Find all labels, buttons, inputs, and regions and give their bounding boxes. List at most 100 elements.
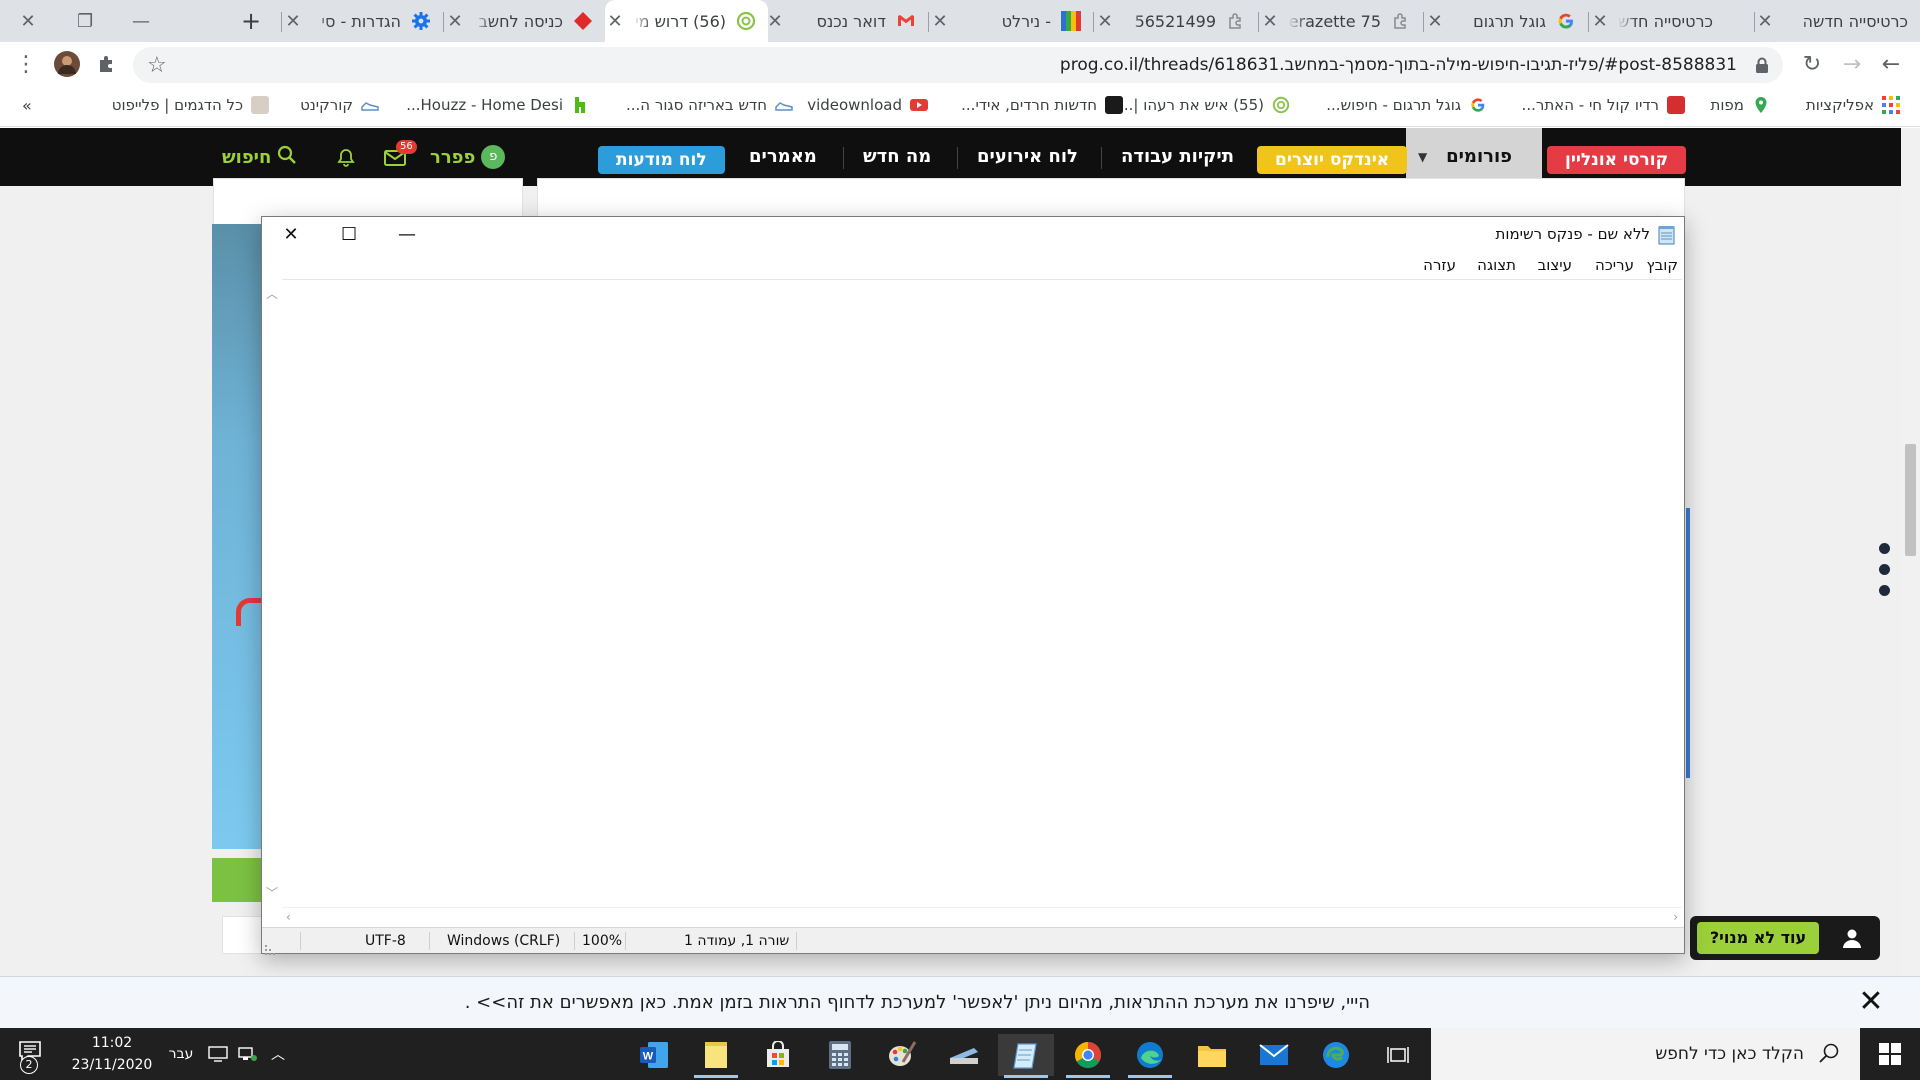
menu-format[interactable]: עיצוב <box>1538 251 1572 279</box>
notepad-icon[interactable] <box>998 1034 1054 1078</box>
mail-icon[interactable] <box>1246 1034 1302 1076</box>
store-icon[interactable] <box>750 1034 806 1076</box>
edge-icon[interactable] <box>1308 1034 1364 1076</box>
language-indicator[interactable]: עבר <box>164 1028 198 1080</box>
scroll-down-arrow-icon[interactable]: ﹀ <box>265 884 279 901</box>
close-icon[interactable]: ✕ <box>1260 11 1280 32</box>
nav-divider <box>957 147 958 169</box>
close-icon[interactable]: ✕ <box>765 11 785 32</box>
tab-settings[interactable]: הגדרות - סי ✕ <box>283 0 443 42</box>
bookmark-radio-kol-chai[interactable]: רדיו קול חי - האתר... <box>1522 87 1685 123</box>
notepad-minimize-button[interactable]: — <box>378 217 436 251</box>
calculator-icon[interactable] <box>812 1034 868 1076</box>
banner-message[interactable]: הייי, שיפרנו את מערכת ההתראות, מהיום נית… <box>465 977 1370 1029</box>
close-icon[interactable]: ✕ <box>930 11 950 32</box>
resize-grip-icon[interactable] <box>265 940 275 955</box>
address-bar[interactable]: prog.co.il/threads/618631.פליז-תגיבו-חיפ… <box>133 47 1783 83</box>
menu-view[interactable]: תצוגה <box>1477 251 1516 279</box>
profile-avatar[interactable] <box>53 50 81 78</box>
tray-overflow-chevron-icon[interactable]: ︿ <box>262 1028 294 1080</box>
notepad-horizontal-scrollbar[interactable]: ‹ › <box>282 907 1682 927</box>
tab-title: - נירלט <box>1001 11 1051 31</box>
nav-ads-board[interactable]: לוח מודעות <box>598 146 725 174</box>
tab-title: Cerazette 75 <box>1288 11 1381 31</box>
bookmark-apps[interactable]: אפליקציות <box>1806 87 1900 123</box>
scroll-up-arrow-icon[interactable]: ︿ <box>265 285 279 302</box>
new-tab-button[interactable]: + <box>238 7 264 35</box>
window-minimize-button[interactable]: — <box>113 0 169 42</box>
bookmark-videownload[interactable]: videownload <box>807 87 928 123</box>
tab-login[interactable]: כניסה לחשב ✕ <box>445 0 605 42</box>
back-arrow-icon[interactable]: ← <box>1877 50 1905 78</box>
tab-new-tab-1[interactable]: כרטיסייה חדשה ✕ <box>1755 0 1920 42</box>
bookmark-scooter[interactable]: קורקינט <box>300 87 379 123</box>
page-scrollbar-thumb[interactable] <box>1905 444 1916 556</box>
window-close-button[interactable]: ✕ <box>0 0 56 42</box>
user-menu[interactable]: פ פפרר <box>430 143 506 171</box>
close-icon[interactable]: ✕ <box>1858 987 1884 1017</box>
nav-online-courses[interactable]: קורסי אונליין <box>1547 146 1687 174</box>
page-scrollbar[interactable] <box>1901 128 1920 976</box>
tab-gmail[interactable]: דואר נכנס ✕ <box>765 0 928 42</box>
bookmark-maps[interactable]: מפות <box>1710 87 1770 123</box>
notepad-close-button[interactable]: ✕ <box>262 217 320 251</box>
display-icon[interactable] <box>206 1028 230 1080</box>
notepad-titlebar[interactable]: ללא שם - פנקס רשימות ✕ ☐ — <box>262 217 1684 251</box>
reload-icon[interactable]: ↻ <box>1798 50 1826 78</box>
tab-nirlat[interactable]: - נירלט ✕ <box>930 0 1093 42</box>
bookmark-star-icon[interactable]: ☆ <box>147 53 167 78</box>
edge-icon[interactable] <box>1122 1034 1178 1078</box>
task-view-icon[interactable] <box>1370 1034 1426 1076</box>
bookmark-houzz[interactable]: Houzz - Home Desi... <box>406 87 589 123</box>
paint-icon[interactable] <box>874 1034 930 1076</box>
not-subscribed-button[interactable]: עוד לא מנוי? <box>1690 916 1880 960</box>
extensions-puzzle-icon[interactable] <box>93 50 121 78</box>
close-icon[interactable]: ✕ <box>445 11 465 32</box>
menu-edit[interactable]: עריכה <box>1595 251 1634 279</box>
chrome-menu-icon[interactable]: ⋮ <box>12 50 40 78</box>
messages-envelope-icon[interactable]: 56 <box>384 140 417 166</box>
notepad-maximize-button[interactable]: ☐ <box>320 217 378 251</box>
bookmark-playfoot[interactable]: כל הדגמים | פלייפוט <box>112 87 269 123</box>
scroll-left-arrow-icon[interactable]: ‹ <box>286 910 291 924</box>
close-icon[interactable]: ✕ <box>1755 11 1775 32</box>
notifications-bell-icon[interactable] <box>336 148 356 168</box>
tab-google-translate[interactable]: גוגל תרגום ✕ <box>1425 0 1588 42</box>
forward-arrow-icon[interactable]: → <box>1838 50 1866 78</box>
tab-cerazette[interactable]: Cerazette 75 ✕ <box>1260 0 1423 42</box>
status-cursor-position: שורה 1, עמודה 1 <box>684 933 790 949</box>
close-icon[interactable]: ✕ <box>283 11 303 32</box>
taskbar-clock[interactable]: 11:02 23/11/2020 <box>62 1032 162 1076</box>
site-search[interactable]: חיפוש <box>222 143 297 171</box>
tab-56521499[interactable]: 56521499 ✕ <box>1095 0 1258 42</box>
nav-creators-index[interactable]: אינדקס יוצרים <box>1257 146 1408 174</box>
taskbar-search-box[interactable]: הקלד כאן כדי לחפש <box>1431 1028 1860 1080</box>
close-icon[interactable]: ✕ <box>1425 11 1445 32</box>
bookmarks-overflow-chevron-icon[interactable]: » <box>22 87 32 123</box>
share-dots-icon[interactable] <box>1879 543 1893 606</box>
menu-file[interactable]: קובץ <box>1647 251 1679 279</box>
bookmark-ish-et-reehu[interactable]: (55) איש את רעהו |... <box>1119 87 1290 123</box>
status-divider <box>574 932 575 950</box>
close-icon[interactable]: ✕ <box>1095 11 1115 32</box>
chrome-icon[interactable] <box>1060 1034 1116 1078</box>
scroll-right-arrow-icon[interactable]: › <box>1673 910 1678 924</box>
tab-new-tab-2[interactable]: כרטיסייה חדשה ✕ <box>1590 0 1753 42</box>
close-icon[interactable]: ✕ <box>1590 11 1610 32</box>
notepad-text-area[interactable] <box>282 279 1682 907</box>
url-text[interactable]: prog.co.il/threads/618631.פליז-תגיבו-חיפ… <box>1060 47 1737 83</box>
notepad-vertical-scrollbar[interactable]: ︿ ﹀ <box>262 279 282 907</box>
close-icon[interactable]: ✕ <box>605 11 625 32</box>
word-icon[interactable]: W <box>626 1034 682 1076</box>
sticky-notes-icon[interactable] <box>688 1034 744 1078</box>
window-restore-button[interactable]: ❐ <box>57 0 113 42</box>
bookmark-google-translate[interactable]: גוגל תרגום - חיפוש... <box>1326 87 1487 123</box>
tab-prog-active[interactable]: (56) דרוש מי ✕ <box>605 0 768 42</box>
bookmark-jdn-news[interactable]: חדשות חרדים, אידי... <box>961 87 1123 123</box>
file-explorer-icon[interactable] <box>1184 1034 1240 1076</box>
menu-help[interactable]: עזרה <box>1423 251 1456 279</box>
start-button[interactable] <box>1860 1028 1920 1080</box>
network-icon[interactable] <box>236 1028 260 1080</box>
scanner-icon[interactable] <box>936 1034 992 1076</box>
bookmark-new-packaged[interactable]: חדש באריזה סגור ה... <box>626 87 793 123</box>
